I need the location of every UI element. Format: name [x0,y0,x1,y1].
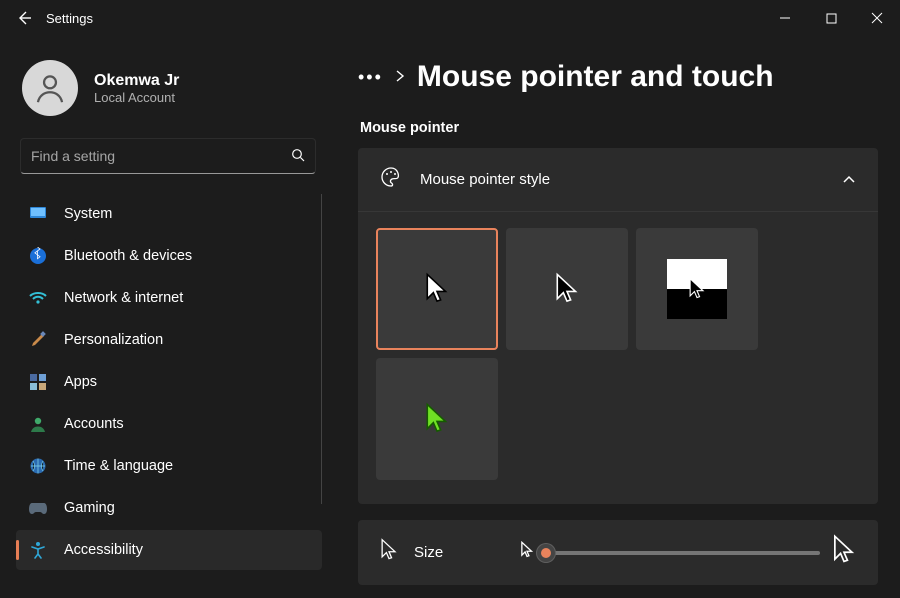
person-icon [28,414,48,434]
search-input[interactable] [31,148,291,164]
breadcrumb-overflow-button[interactable]: ••• [358,67,383,88]
gaming-icon [28,498,48,518]
pointer-style-expander: Mouse pointer style [358,148,878,504]
profile[interactable]: Okemwa Jr Local Account [16,54,322,134]
minimize-button[interactable] [762,0,808,36]
sidebar-item-personalization[interactable]: Personalization [16,320,322,360]
sidebar-item-label: System [64,206,112,222]
pointer-size-expander[interactable]: Size [358,520,878,585]
sidebar-item-label: Accessibility [64,542,143,558]
maximize-icon [826,13,837,24]
sidebar: Okemwa Jr Local Account System Bluetoo [0,36,330,598]
cursor-custom-icon [424,402,450,436]
sidebar-item-gaming[interactable]: Gaming [16,488,322,528]
breadcrumb: ••• Mouse pointer and touch [358,50,878,94]
sidebar-item-system[interactable]: System [16,194,322,234]
content-area: ••• Mouse pointer and touch Mouse pointe… [330,36,900,598]
sidebar-item-network[interactable]: Network & internet [16,278,322,318]
globe-icon [28,456,48,476]
pointer-style-inverted[interactable] [636,228,758,350]
sidebar-item-label: Apps [64,374,97,390]
slider-thumb[interactable] [536,543,556,563]
accessibility-icon [28,540,48,560]
page-title: Mouse pointer and touch [417,60,774,94]
cursor-large-icon [832,534,856,571]
section-header-mouse-pointer: Mouse pointer [360,120,878,136]
cursor-small-icon [520,541,534,564]
inverted-preview [667,259,727,319]
search-icon [291,148,305,165]
close-icon [871,12,883,24]
monitor-icon [28,204,48,224]
cursor-white-icon [424,272,450,306]
sidebar-item-accounts[interactable]: Accounts [16,404,322,444]
apps-icon [28,372,48,392]
pointer-style-custom[interactable] [376,358,498,480]
arrow-left-icon [16,10,32,26]
pointer-size-label: Size [414,544,504,561]
pointer-size-slider-group [520,534,856,571]
nav-list: System Bluetooth & devices Network & int… [16,194,322,570]
title-bar: Settings [0,0,900,36]
profile-name: Okemwa Jr [94,72,179,90]
pointer-style-white[interactable] [376,228,498,350]
sidebar-item-accessibility[interactable]: Accessibility [16,530,322,570]
cursor-black-icon [554,272,580,306]
close-button[interactable] [854,0,900,36]
profile-subtitle: Local Account [94,90,179,105]
sidebar-item-apps[interactable]: Apps [16,362,322,402]
sidebar-item-bluetooth[interactable]: Bluetooth & devices [16,236,322,276]
cursor-icon [380,538,398,567]
sidebar-item-label: Network & internet [64,290,183,306]
sidebar-item-time-language[interactable]: Time & language [16,446,322,486]
annotation-arrow [895,206,900,296]
maximize-button[interactable] [808,0,854,36]
chevron-up-icon [842,172,856,188]
pointer-size-slider[interactable] [546,551,820,555]
sidebar-item-label: Gaming [64,500,115,516]
bluetooth-icon [28,246,48,266]
app-title: Settings [46,11,93,26]
person-icon [33,71,67,105]
sidebar-item-label: Time & language [64,458,173,474]
chevron-right-icon [395,69,405,85]
brush-icon [28,330,48,350]
search-box[interactable] [20,138,316,174]
window-controls [762,0,900,36]
pointer-style-label: Mouse pointer style [420,171,824,188]
pointer-style-black[interactable] [506,228,628,350]
pointer-style-options [358,212,878,504]
cursor-inverted-icon [688,277,706,301]
sidebar-item-label: Bluetooth & devices [64,248,192,264]
pointer-style-expander-header[interactable]: Mouse pointer style [358,148,878,212]
avatar [22,60,78,116]
wifi-icon [28,288,48,308]
palette-icon [380,166,402,193]
sidebar-item-label: Accounts [64,416,124,432]
minimize-icon [779,12,791,24]
sidebar-item-label: Personalization [64,332,163,348]
back-button[interactable] [6,0,42,36]
